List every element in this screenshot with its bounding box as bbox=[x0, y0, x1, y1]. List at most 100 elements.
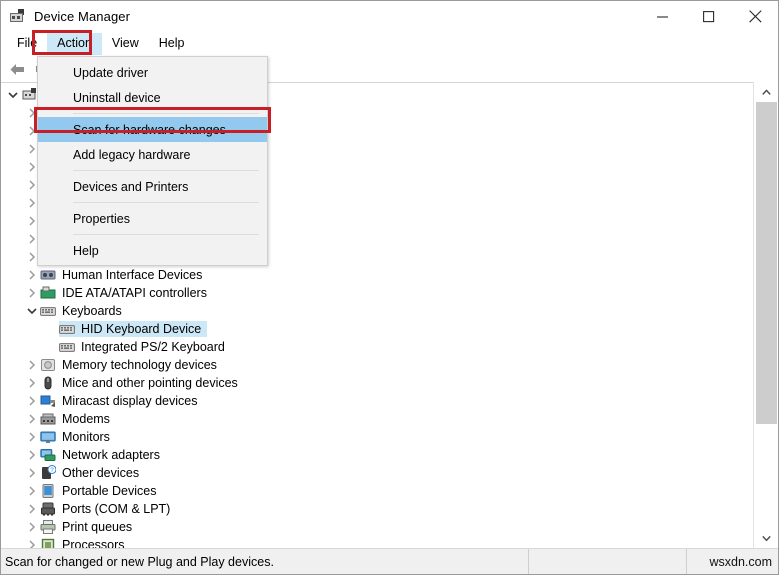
window-title: Device Manager bbox=[34, 9, 131, 24]
tree-row[interactable]: Miracast display devices bbox=[1, 392, 753, 410]
maximize-icon[interactable] bbox=[686, 1, 732, 32]
tree-item[interactable]: Human Interface Devices bbox=[40, 267, 202, 283]
chevron-right-icon[interactable] bbox=[24, 464, 40, 482]
tree-row[interactable]: IDE ATA/ATAPI controllers bbox=[1, 284, 753, 302]
chevron-down-icon[interactable] bbox=[5, 86, 21, 104]
chevron-right-icon[interactable] bbox=[24, 428, 40, 446]
keyboard-icon bbox=[40, 303, 56, 319]
menu-item-help[interactable]: Help bbox=[149, 33, 195, 55]
status-pane-2 bbox=[529, 548, 687, 574]
tree-item-label: Memory technology devices bbox=[62, 358, 217, 372]
back-arrow-icon[interactable] bbox=[6, 58, 29, 80]
scrollbar-track[interactable] bbox=[754, 102, 778, 528]
tree-row[interactable]: Portable Devices bbox=[1, 482, 753, 500]
tree-row[interactable]: Integrated PS/2 Keyboard bbox=[1, 338, 753, 356]
menu-option-properties[interactable]: Properties bbox=[38, 206, 267, 231]
scroll-up-icon[interactable] bbox=[754, 82, 778, 102]
tree-row[interactable]: Monitors bbox=[1, 428, 753, 446]
chevron-right-icon[interactable] bbox=[24, 536, 40, 548]
tree-row[interactable]: Network adapters bbox=[1, 446, 753, 464]
tree-item[interactable]: Network adapters bbox=[40, 447, 160, 463]
tree-item[interactable]: Mice and other pointing devices bbox=[40, 375, 238, 391]
vertical-scrollbar[interactable] bbox=[753, 82, 778, 548]
tree-row[interactable]: Mice and other pointing devices bbox=[1, 374, 753, 392]
tree-row[interactable]: HID Keyboard Device bbox=[1, 320, 753, 338]
chevron-right-icon[interactable] bbox=[24, 374, 40, 392]
scrollbar-thumb[interactable] bbox=[756, 102, 777, 424]
tree-item-label: Human Interface Devices bbox=[62, 268, 203, 282]
tree-item-label: Processors bbox=[62, 538, 125, 548]
menu-item-file[interactable]: File bbox=[7, 33, 47, 55]
tree-item[interactable]: ? Other devices bbox=[40, 465, 139, 481]
memory-device-icon bbox=[40, 357, 56, 373]
tree-item-label: HID Keyboard Device bbox=[81, 322, 202, 336]
menu-option-scan-for-hardware-changes[interactable]: Scan for hardware changes bbox=[38, 117, 267, 142]
close-icon[interactable] bbox=[732, 1, 778, 32]
device-manager-window: Device Manager File Action View Help Hum… bbox=[0, 0, 779, 575]
chevron-right-icon[interactable] bbox=[24, 284, 40, 302]
chevron-right-icon[interactable] bbox=[24, 410, 40, 428]
tree-item[interactable]: Processors bbox=[40, 537, 125, 548]
tree-item-label: Ports (COM & LPT) bbox=[62, 502, 171, 516]
tree-item[interactable]: Keyboards bbox=[40, 303, 122, 319]
tree-item[interactable]: Print queues bbox=[40, 519, 132, 535]
tree-row[interactable]: ? Other devices bbox=[1, 464, 753, 482]
tree-row[interactable]: Memory technology devices bbox=[1, 356, 753, 374]
menu-separator bbox=[73, 113, 259, 114]
tree-row[interactable]: Modems bbox=[1, 410, 753, 428]
tree-item-label: Portable Devices bbox=[62, 484, 157, 498]
action-dropdown-menu[interactable]: Update driver Uninstall device Scan for ha… bbox=[37, 56, 268, 266]
menu-option-update-driver[interactable]: Update driver bbox=[38, 60, 267, 85]
menu-item-view[interactable]: View bbox=[102, 33, 149, 55]
menubar: File Action View Help bbox=[1, 32, 778, 56]
tree-item-label: Other devices bbox=[62, 466, 140, 480]
tree-row[interactable]: Processors bbox=[1, 536, 753, 548]
tree-item[interactable]: IDE ATA/ATAPI controllers bbox=[40, 285, 207, 301]
chevron-right-icon[interactable] bbox=[24, 482, 40, 500]
keyboard-icon bbox=[59, 321, 75, 337]
tree-row[interactable]: Human Interface Devices bbox=[1, 266, 753, 284]
chevron-right-icon[interactable] bbox=[24, 446, 40, 464]
menu-option-add-legacy-hardware[interactable]: Add legacy hardware bbox=[38, 142, 267, 167]
titlebar: Device Manager bbox=[1, 1, 778, 32]
chevron-right-icon[interactable] bbox=[24, 392, 40, 410]
menu-item-action[interactable]: Action bbox=[47, 33, 102, 55]
tree-row[interactable]: Keyboards bbox=[1, 302, 753, 320]
portable-device-icon bbox=[40, 483, 56, 499]
watermark: wsxdn.com bbox=[709, 554, 772, 569]
port-icon bbox=[40, 501, 56, 517]
chevron-down-icon[interactable] bbox=[24, 302, 40, 320]
other-device-icon: ? bbox=[40, 465, 57, 481]
tree-item[interactable]: Integrated PS/2 Keyboard bbox=[59, 339, 225, 355]
chevron-right-icon[interactable] bbox=[24, 518, 40, 536]
keyboard-icon bbox=[59, 339, 75, 355]
tree-item[interactable]: Miracast display devices bbox=[40, 393, 197, 409]
tree-row[interactable]: Print queues bbox=[1, 518, 753, 536]
chevron-right-icon[interactable] bbox=[24, 356, 40, 374]
menu-option-devices-and-printers[interactable]: Devices and Printers bbox=[38, 174, 267, 199]
hid-icon bbox=[40, 267, 56, 283]
tree-item[interactable]: Monitors bbox=[40, 429, 110, 445]
minimize-icon[interactable] bbox=[640, 1, 686, 32]
menu-option-uninstall-device[interactable]: Uninstall device bbox=[38, 85, 267, 110]
ide-controller-icon bbox=[40, 285, 56, 301]
chevron-right-icon[interactable] bbox=[24, 266, 40, 284]
scroll-down-icon[interactable] bbox=[754, 528, 778, 548]
menu-separator bbox=[73, 170, 259, 171]
tree-item[interactable]: Memory technology devices bbox=[40, 357, 217, 373]
tree-item-label: Miracast display devices bbox=[62, 394, 198, 408]
tree-item[interactable]: Modems bbox=[40, 411, 110, 427]
tree-item-selected[interactable]: HID Keyboard Device bbox=[59, 321, 208, 337]
tree-row[interactable]: Ports (COM & LPT) bbox=[1, 500, 753, 518]
menu-option-help[interactable]: Help bbox=[38, 238, 267, 263]
tree-item-label: Keyboards bbox=[62, 304, 122, 318]
chevron-right-icon[interactable] bbox=[24, 500, 40, 518]
tree-item-label: Monitors bbox=[62, 430, 110, 444]
menu-separator bbox=[73, 234, 259, 235]
computer-icon bbox=[21, 87, 37, 103]
tree-item-label: Print queues bbox=[62, 520, 133, 534]
tree-item[interactable]: Ports (COM & LPT) bbox=[40, 501, 170, 517]
tree-item[interactable]: Portable Devices bbox=[40, 483, 157, 499]
